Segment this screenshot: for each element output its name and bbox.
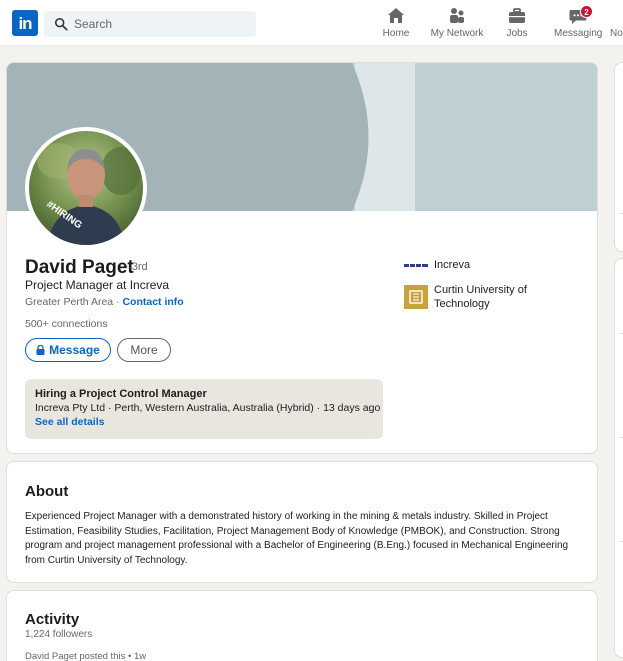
curtin-logo-icon [404,285,428,309]
notification-badge: 2 [580,5,593,18]
search-input[interactable] [74,11,250,37]
search-bar[interactable] [44,11,256,37]
followers-count: 1,224 followers [25,629,93,640]
connections-count[interactable]: 500+ connections [25,318,108,330]
connection-degree: · 3rd [125,261,148,273]
post-meta: David Paget posted this • 1w [25,651,147,661]
activity-section: Activity 1,224 followers David Paget pos… [6,590,598,661]
message-button[interactable]: Message [25,338,111,362]
see-all-details-link[interactable]: See all details [35,416,373,428]
nav-notifications[interactable]: No [610,6,623,42]
about-text: Experienced Project Manager with a demon… [25,511,569,566]
about-title: About [25,483,69,500]
hiring-detail: Increva Pty Ltd · Perth, Western Austral… [35,402,381,414]
home-icon [388,8,404,23]
company-name: Increva [434,259,471,271]
activity-title: Activity [25,611,80,628]
divider [619,333,623,334]
hiring-frame-text: #HIRING [44,199,84,231]
profile-headline: Project Manager at Increva [25,278,170,292]
divider [619,213,623,214]
contact-info-link[interactable]: Contact info [122,296,183,308]
sidebar-card [614,62,623,252]
nav-label: Jobs [506,28,528,39]
profile-card: #HIRING David Paget · 3rd Project Manage… [6,62,598,454]
location-text: Greater Perth Area · [25,296,123,308]
lock-icon [36,345,45,355]
divider [619,541,623,542]
hiring-card[interactable]: Hiring a Project Control Manager Increva… [25,379,383,439]
hiring-title[interactable]: Hiring a Project Control Manager [35,388,373,400]
increva-logo-icon [404,264,428,267]
profile-location: Greater Perth Area · Contact info [25,296,184,308]
sidebar-card [614,258,623,658]
nav-label: No [610,28,623,39]
nav-home[interactable]: Home [378,6,414,42]
nav-jobs[interactable]: Jobs [500,6,534,42]
nav-label: My Network [430,28,484,39]
nav-messaging[interactable]: 2 Messaging [554,5,603,42]
divider [619,437,623,438]
my-network-icon [450,8,464,23]
linkedin-logo[interactable]: in [12,10,38,36]
more-button[interactable]: More [117,338,171,362]
profile-name: David Paget [25,257,134,278]
nav-my-network[interactable]: My Network [428,6,486,42]
message-button-label: Message [49,343,100,357]
bell-icon [610,6,623,26]
hiring-frame: #HIRING [44,199,84,231]
profile-photo-frame[interactable]: #HIRING [25,127,147,249]
nav-label: Home [382,28,410,39]
briefcase-icon [509,8,525,23]
about-section: About Experienced Project Manager with a… [6,461,598,583]
search-icon [54,17,68,31]
top-nav: in Home My Network Jobs [0,0,623,46]
nav-label: Messaging [554,28,603,39]
school-name: Curtin University of Technology [434,284,527,310]
